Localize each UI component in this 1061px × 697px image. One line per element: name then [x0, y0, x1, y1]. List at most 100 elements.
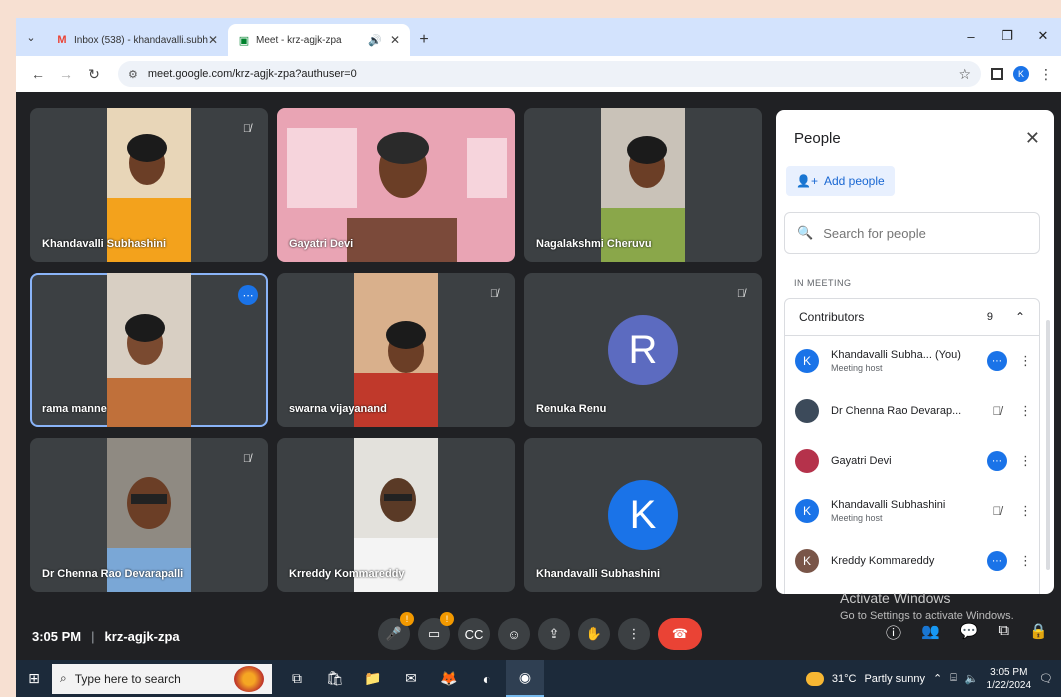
notification-icon[interactable]: 🗨 — [1039, 672, 1053, 685]
side-panel-icon[interactable] — [991, 68, 1003, 80]
meeting-info: 3:05 PM | krz-agjk-zpa — [32, 629, 180, 644]
more-options-icon[interactable]: ⋯ — [238, 285, 258, 305]
participant-tile[interactable]: 🎙̸ swarna vijayanand — [277, 273, 515, 427]
add-people-button[interactable]: 👤+ Add people — [786, 166, 895, 196]
panel-scrollbar[interactable] — [1046, 320, 1050, 570]
file-explorer-icon[interactable]: 📁 — [354, 660, 392, 697]
mic-off-icon: 🎙̸ — [242, 453, 252, 465]
participant-row[interactable]: K Khandavalli Subha... (You) Meeting hos… — [785, 336, 1039, 386]
profile-avatar[interactable]: K — [1013, 66, 1029, 82]
address-bar[interactable]: ⚙ meet.google.com/krz-agjk-zpa?authuser=… — [118, 61, 981, 87]
tab-bar: ⌄ M Inbox (538) - khandavalli.subha ✕ ▣ … — [16, 18, 1061, 56]
mic-off-icon: 🎙̸ — [489, 288, 499, 300]
avatar — [795, 399, 819, 423]
more-vert-icon[interactable]: ⋮ — [1019, 503, 1032, 519]
participant-name: Khandavalli Subha... (You) — [831, 349, 961, 361]
more-vert-icon[interactable]: ⋮ — [1019, 553, 1032, 569]
mail-icon[interactable]: ✉ — [392, 660, 430, 697]
store-icon[interactable]: 🛍 — [316, 660, 354, 697]
participant-row[interactable]: Gayatri Devi ⋯ ⋮ — [785, 436, 1039, 486]
close-panel-icon[interactable]: ✕ — [1025, 128, 1040, 149]
tray-chevron-up-icon[interactable]: ⌃ — [933, 672, 942, 685]
call-controls: 🎤! ▭! CC ☺ ⇪ ✋ ⋮ ☎ — [378, 612, 702, 650]
camera-button[interactable]: ▭! — [418, 612, 454, 650]
mic-off-icon: 🎙̸ — [992, 404, 1002, 418]
site-settings-icon[interactable]: ⚙ — [128, 68, 138, 81]
task-view-icon[interactable]: ⧉ — [278, 660, 316, 697]
chevron-up-icon[interactable]: ⌃ — [1015, 310, 1025, 324]
participant-name: Khandavalli Subhashini — [831, 499, 946, 511]
people-search-field[interactable]: 🔍 — [784, 212, 1040, 254]
reactions-button[interactable]: ☺ — [498, 618, 530, 650]
activities-icon[interactable]: ⧉ — [998, 622, 1009, 643]
more-vert-icon[interactable]: ⋮ — [1019, 453, 1032, 469]
firefox-icon[interactable]: 🦊 — [430, 660, 468, 697]
minimize-icon[interactable]: – — [953, 29, 989, 44]
warning-badge: ! — [400, 612, 414, 626]
participant-tile[interactable]: Krreddy Kommareddy — [277, 438, 515, 592]
windows-start-icon[interactable]: ⊞ — [16, 670, 52, 687]
clock[interactable]: 3:05 PM 1/22/2024 — [987, 666, 1032, 692]
microphone-button[interactable]: 🎤! — [378, 612, 414, 650]
participant-tile-selected[interactable]: ⋯ rama manne — [30, 273, 268, 427]
reload-icon[interactable]: ↻ — [80, 66, 108, 83]
restore-icon[interactable]: ❐ — [989, 28, 1025, 44]
new-tab-button[interactable]: + — [410, 24, 438, 56]
speaking-indicator-icon: ⋯ — [987, 451, 1007, 471]
tab-google-meet[interactable]: ▣ Meet - krz-agjk-zpa 🔊 ✕ — [228, 24, 410, 56]
browser-menu-icon[interactable]: ⋮ — [1039, 66, 1053, 83]
participant-row[interactable]: Dr Chenna Rao Devarap... 🎙̸ ⋮ — [785, 386, 1039, 436]
participant-avatar: K — [608, 480, 678, 550]
forward-arrow-icon[interactable]: → — [52, 66, 80, 82]
captions-button[interactable]: CC — [458, 618, 490, 650]
people-icon[interactable]: 👥 — [921, 622, 940, 643]
chrome-icon[interactable]: ◉ — [506, 660, 544, 697]
more-vert-icon[interactable]: ⋮ — [1019, 353, 1032, 369]
participant-name: Dr Chenna Rao Devarapalli — [42, 568, 184, 580]
weather-text[interactable]: Partly sunny — [864, 673, 925, 685]
more-vert-icon[interactable]: ⋮ — [1019, 403, 1032, 419]
activate-windows-watermark: Activate Windows Go to Settings to activ… — [840, 590, 1014, 622]
participant-tile[interactable]: R 🎙̸ Renuka Renu — [524, 273, 762, 427]
raise-hand-button[interactable]: ✋ — [578, 618, 610, 650]
tab-gmail-inbox[interactable]: M Inbox (538) - khandavalli.subha ✕ — [46, 24, 228, 56]
meeting-details-icon[interactable]: ⓘ — [886, 622, 901, 643]
close-window-icon[interactable]: ✕ — [1025, 28, 1061, 44]
people-search-input[interactable] — [823, 225, 1024, 241]
participant-tile[interactable]: 🎙̸ Dr Chenna Rao Devarapalli — [30, 438, 268, 592]
participant-role: Meeting host — [831, 513, 883, 523]
edge-icon[interactable]: ◐ — [468, 660, 506, 697]
participant-row[interactable]: K Kreddy Kommareddy ⋯ ⋮ — [785, 536, 1039, 586]
contributors-group-header[interactable]: Contributors 9 ⌃ — [784, 298, 1040, 336]
end-call-button[interactable]: ☎ — [658, 618, 702, 650]
participant-name: Nagalakshmi Cheruvu — [536, 238, 652, 250]
tab-title: Meet - krz-agjk-zpa — [256, 34, 342, 46]
url-text[interactable]: meet.google.com/krz-agjk-zpa?authuser=0 — [148, 68, 959, 80]
temperature[interactable]: 31°C — [832, 673, 857, 685]
group-count: 9 — [986, 311, 993, 323]
participant-tile[interactable]: Gayatri Devi — [277, 108, 515, 262]
gmail-icon: M — [57, 34, 67, 46]
avatar — [795, 449, 819, 473]
participant-row[interactable]: K Khandavalli Subhashini Meeting host 🎙̸… — [785, 486, 1039, 536]
network-icon[interactable]: ⌸ — [950, 672, 957, 685]
chat-icon[interactable]: 💬 — [960, 622, 979, 643]
participant-tile[interactable]: K Khandavalli Subhashini — [524, 438, 762, 592]
windows-taskbar: ⊞ ⌕ Type here to search ⧉ 🛍 📁 ✉ 🦊 ◐ ◉ 31… — [16, 660, 1061, 697]
tab-search-chevron-icon[interactable]: ⌄ — [16, 18, 46, 56]
host-controls-lock-icon[interactable]: 🔒 — [1029, 622, 1048, 643]
participant-tile[interactable]: 🎙̸ Khandavalli Subhashini — [30, 108, 268, 262]
more-options-button[interactable]: ⋮ — [618, 618, 650, 650]
speaker-icon[interactable]: 🔊 — [368, 34, 382, 47]
back-arrow-icon[interactable]: ← — [24, 66, 52, 82]
close-tab-icon[interactable]: ✕ — [390, 33, 400, 47]
bookmark-star-icon[interactable]: ☆ — [958, 66, 971, 83]
close-tab-icon[interactable]: ✕ — [208, 33, 218, 47]
volume-icon[interactable]: 🔈 — [965, 672, 979, 685]
participant-name: Kreddy Kommareddy — [831, 555, 935, 567]
taskbar-search-box[interactable]: ⌕ Type here to search — [52, 663, 272, 694]
participant-tile[interactable]: Nagalakshmi Cheruvu — [524, 108, 762, 262]
add-person-icon: 👤+ — [796, 174, 818, 188]
navigation-bar: ← → ↻ ⚙ meet.google.com/krz-agjk-zpa?aut… — [16, 56, 1061, 92]
present-screen-button[interactable]: ⇪ — [538, 618, 570, 650]
